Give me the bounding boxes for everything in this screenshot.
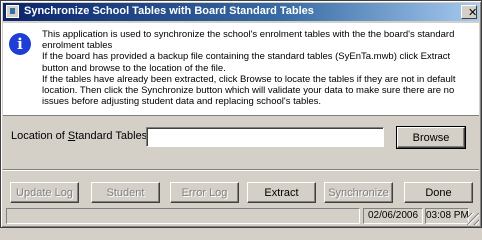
- sync-dialog-window: Synchronize School Tables with Board Sta…: [0, 0, 482, 228]
- info-line-1: This application is used to synchronize …: [42, 29, 455, 52]
- extract-button[interactable]: Extract: [247, 182, 316, 203]
- location-label-prefix: Location of: [11, 130, 68, 142]
- title-bar[interactable]: Synchronize School Tables with Board Sta…: [3, 3, 479, 21]
- status-date: 02/06/2006: [363, 208, 423, 224]
- synchronize-button[interactable]: Synchronize: [324, 182, 393, 203]
- error-log-button[interactable]: Error Log: [170, 182, 239, 203]
- close-button[interactable]: ✕: [461, 5, 477, 19]
- done-button[interactable]: Done: [404, 182, 473, 203]
- location-input[interactable]: [146, 127, 384, 147]
- location-label-suffix: tandard Tables:: [75, 130, 151, 142]
- info-panel: i This application is used to synchroniz…: [3, 23, 479, 116]
- info-line-3: If the tables have already been extracte…: [42, 73, 456, 108]
- status-time: 03:08 PM: [425, 208, 469, 224]
- app-icon: [6, 5, 19, 18]
- resize-grip[interactable]: [467, 213, 479, 225]
- info-text: This application is used to synchronize …: [42, 29, 474, 107]
- student-button[interactable]: Student: [91, 182, 160, 203]
- window-title: Synchronize School Tables with Board Sta…: [24, 5, 314, 17]
- separator-top: [3, 169, 479, 171]
- info-line-2: If the board has provided a backup file …: [42, 51, 451, 74]
- status-main-panel: [6, 208, 360, 224]
- browse-button[interactable]: Browse: [396, 126, 466, 149]
- update-log-button[interactable]: Update Log: [10, 182, 79, 203]
- info-icon: i: [9, 33, 31, 55]
- location-label: Location of Standard Tables:: [11, 130, 150, 142]
